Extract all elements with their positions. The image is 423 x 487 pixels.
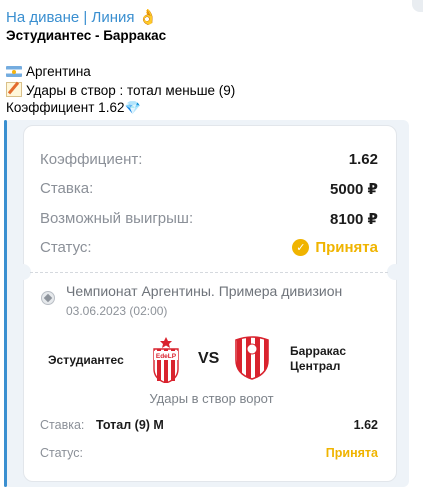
gem-icon: 💎 [124,100,141,115]
coupon-row-stake: Ставка: 5000 ₽ [40,180,378,200]
footer-bet-value: Тотал (9) М [96,418,164,432]
channel-title[interactable]: На диване | Линия 👌 [6,8,157,26]
coupon-row-odds: Коэффициент: 1.62 [40,151,378,171]
ticket-notch-right [387,264,403,280]
ticket-notch-left [15,264,31,280]
argentina-flag-icon [6,66,22,77]
footer-status-label: Статус: [40,446,83,460]
ok-hand-icon: 👌 [138,9,158,26]
country-line: Аргентина [6,64,91,79]
status-value: Принята [315,239,378,256]
match-title: Эстудиантес - Барракас [6,28,167,43]
check-icon: ✓ [292,239,310,256]
preview-accent-bar [4,120,7,487]
market-name: Удары в створ ворот [149,391,274,406]
memo-icon [6,82,22,97]
footer-status-value: Принята [325,446,378,460]
message-bubble: На диване | Линия 👌 Эстудиантес - Баррак… [0,0,423,487]
status-badge: ✓ Принята [292,239,378,256]
coupon-row-label: Коэффициент: [40,151,143,168]
soccer-ball-icon [41,291,55,305]
coupon-row-label: Ставка: [40,180,94,197]
versus-label: VS [198,350,220,367]
coupon-row-status: Статус: ✓ Принята [40,239,378,259]
odds-line: Коэффициент 1.62💎 [6,100,141,116]
coupon-row-value: 8100 ₽ [330,211,378,228]
coupon-row-value: 1.62 [348,151,378,168]
country-text: Аргентина [26,64,91,79]
estudiantes-logo-icon: EdeLP [153,337,179,383]
coupon-row-value: 5000 ₽ [330,181,378,198]
bubble-corner [412,0,423,12]
bet-line: Удары в створ : тотал меньше (9) [6,82,235,98]
ticket-divider [30,272,388,273]
home-logo-text: EdeLP [156,353,177,360]
footer-bet-label: Ставка: [40,418,85,432]
footer-odds: 1.62 [353,418,378,432]
channel-title-text: На диване | Линия [6,9,135,26]
away-team-name: Барракас Централ [290,344,346,373]
league-name: Чемпионат Аргентины. Примера дивизион [66,283,343,299]
coupon-row-payout: Возможный выигрыш: 8100 ₽ [40,210,378,230]
home-team-name: Эстудиантес [48,353,124,367]
bet-line-text: Удары в створ : тотал меньше (9) [26,83,236,98]
odds-line-text: Коэффициент 1.62 [6,100,125,115]
barracas-central-logo-icon [235,336,269,380]
status-label: Статус: [40,239,92,256]
match-date: 03.06.2023 (02:00) [66,304,168,318]
coupon-row-label: Возможный выигрыш: [40,210,194,227]
